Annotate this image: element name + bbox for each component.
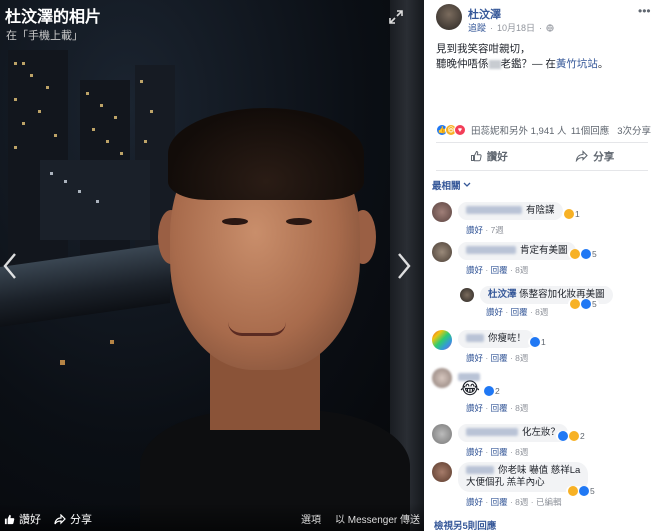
- commenter-avatar[interactable]: [432, 202, 452, 222]
- photo-album-label[interactable]: 在「手機上載」: [6, 27, 83, 43]
- haha-reaction-icon: [569, 431, 579, 441]
- commenter-avatar[interactable]: [432, 330, 452, 350]
- photo-viewer: 杜汶澤的相片 在「手機上載」 讚好 分享 選項 以 Messenger 傳送: [0, 0, 424, 531]
- comment-meta: 讚好 · 回覆 · 8週: [466, 353, 529, 363]
- commenter-name[interactable]: [466, 334, 484, 343]
- laughing-emoji-icon: 😂: [460, 379, 480, 398]
- comment-reactions[interactable]: 1: [528, 337, 548, 347]
- commenter-name[interactable]: [466, 428, 518, 437]
- thumbs-up-icon: [4, 514, 15, 524]
- shares-count[interactable]: 3次分享: [617, 123, 651, 137]
- comment-reactions[interactable]: 1: [562, 209, 582, 219]
- more-options-icon[interactable]: •••: [638, 4, 651, 18]
- post-meta: 追蹤 · 10月18日 ·: [468, 21, 554, 34]
- haha-reaction-icon: [570, 249, 580, 259]
- thumbs-up-icon: [470, 150, 482, 162]
- comment-meta: 讚好 · 回覆 · 8週: [466, 265, 529, 275]
- follow-link[interactable]: 追蹤: [468, 21, 486, 34]
- comment-meta: 讚好 · 回覆 · 8週: [466, 403, 529, 413]
- comment-sort-dropdown[interactable]: 最相關: [432, 178, 471, 192]
- photo-like-button[interactable]: 讚好: [4, 511, 41, 527]
- like-button[interactable]: 讚好: [470, 146, 508, 166]
- like-reaction-icon: [558, 431, 568, 441]
- commenter-avatar[interactable]: [432, 462, 452, 482]
- comment-reactions[interactable]: 2: [482, 386, 502, 396]
- globe-icon: [546, 23, 554, 32]
- comment-bubble: 肯定有美圖: [458, 242, 576, 260]
- like-reaction-icon: [581, 299, 591, 309]
- like-reaction-icon: [581, 249, 591, 259]
- share-icon: [54, 513, 66, 524]
- photo-share-button[interactable]: 分享: [54, 511, 92, 527]
- comment-meta: 讚好 · 7週: [466, 225, 504, 235]
- commenter-avatar[interactable]: [432, 368, 452, 388]
- comment-reactions[interactable]: 2: [556, 431, 587, 441]
- haha-reaction-icon: [570, 299, 580, 309]
- post-actions: 讚好 分享: [436, 146, 648, 166]
- person-photo: [140, 90, 410, 531]
- post-date[interactable]: 10月18日: [497, 21, 535, 34]
- share-button[interactable]: 分享: [575, 146, 614, 166]
- comment-reactions[interactable]: 5: [568, 249, 599, 259]
- view-more-replies-link[interactable]: 檢視另5則回應: [434, 518, 496, 531]
- post-panel: 杜汶澤 追蹤 · 10月18日 · ••• 見到我笑容咁親切， 聽晚仲唔係 老鑑？…: [424, 0, 660, 531]
- reaction-icons[interactable]: 👍 😆 ♥: [436, 124, 466, 136]
- haha-reaction-icon: [564, 209, 574, 219]
- share-icon: [576, 150, 589, 162]
- comment-meta: 讚好 · 回覆 · 8週 · 已編輯: [466, 497, 562, 507]
- commenter-avatar[interactable]: [432, 242, 452, 262]
- comment-bubble: 化左妝？: [458, 424, 569, 442]
- censored-text: [488, 59, 501, 69]
- like-reaction-icon: [579, 486, 589, 496]
- like-reaction-icon: [484, 386, 494, 396]
- comment-meta: 讚好 · 回覆 · 8週: [466, 447, 529, 457]
- expand-icon[interactable]: [388, 9, 404, 25]
- comment-bubble: 有陰謀: [458, 202, 563, 220]
- haha-reaction-icon: [568, 486, 578, 496]
- commenter-name[interactable]: [466, 466, 494, 475]
- love-reaction-icon: ♥: [454, 124, 466, 136]
- comment-meta: 讚好 · 回覆 · 8週: [486, 307, 549, 317]
- send-messenger-button[interactable]: 以 Messenger 傳送: [335, 511, 420, 526]
- photo-options-button[interactable]: 選項: [301, 511, 321, 526]
- reaction-summary: 👍 😆 ♥ 田蕊妮和另外 1,941 人 11個回應 3次分享: [436, 123, 651, 137]
- post-text: 見到我笑容咁親切， 聽晚仲唔係 老鑑？— 在黃竹坑站。: [436, 43, 609, 70]
- photo-title: 杜汶澤的相片: [5, 9, 102, 26]
- comment-bubble: 你瘦咗！: [458, 330, 535, 348]
- like-reaction-icon: [530, 337, 540, 347]
- next-photo-icon[interactable]: [396, 252, 412, 280]
- commenter-name[interactable]: [466, 246, 516, 255]
- author-name[interactable]: 杜汶澤: [468, 6, 501, 22]
- chevron-down-icon: [463, 182, 470, 187]
- commenter-avatar[interactable]: [432, 424, 452, 444]
- previous-photo-icon[interactable]: [2, 252, 18, 280]
- photo-action-bar: 讚好 分享 選項 以 Messenger 傳送: [0, 503, 424, 531]
- comments-count[interactable]: 11個回應: [571, 123, 609, 137]
- comment-reactions[interactable]: 5: [566, 486, 597, 496]
- divider: [436, 142, 648, 143]
- comment-reactions[interactable]: 5: [568, 299, 599, 309]
- reactors-text[interactable]: 田蕊妮和另外 1,941 人: [471, 123, 567, 137]
- author-reply-avatar[interactable]: [460, 288, 474, 302]
- location-link[interactable]: 黃竹坑站: [556, 58, 598, 70]
- author-avatar[interactable]: [436, 4, 462, 30]
- commenter-name[interactable]: [466, 206, 522, 215]
- divider: [436, 170, 648, 171]
